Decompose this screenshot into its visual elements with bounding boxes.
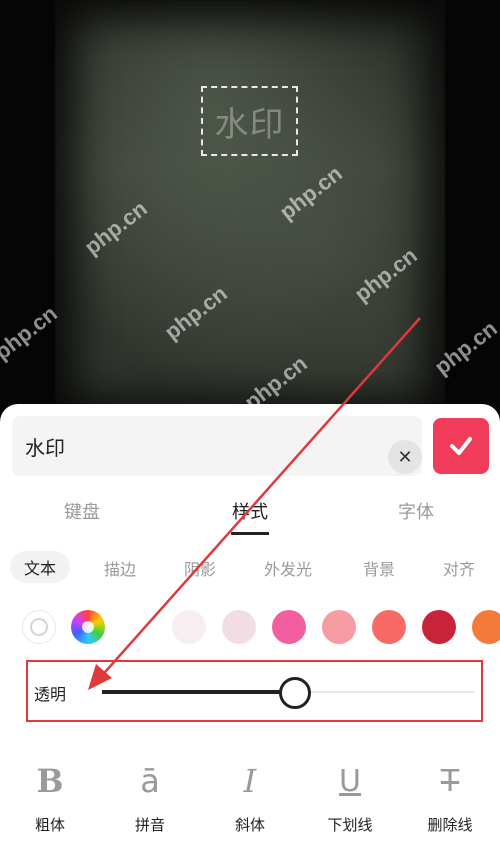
tab-font[interactable]: 字体 — [398, 498, 434, 524]
tab-keyboard[interactable]: 键盘 — [64, 498, 100, 524]
subtab-shadow[interactable]: 阴影 — [184, 556, 216, 580]
subtab-stroke[interactable]: 描边 — [104, 556, 136, 580]
text-style-panel: 水印 ✕ 键盘 样式 字体 文本 描边 阴影 外发光 背景 对齐 透明 B 粗体… — [0, 404, 500, 868]
no-color-swatch[interactable] — [22, 610, 56, 644]
color-swatch[interactable] — [322, 610, 356, 644]
bold-icon: B — [36, 762, 64, 800]
opacity-slider-handle[interactable] — [279, 677, 312, 709]
pinyin-button[interactable]: ā 拼音 — [120, 762, 180, 835]
italic-label: 斜体 — [234, 816, 265, 834]
check-icon — [450, 437, 472, 455]
video-frame — [55, 0, 445, 420]
watermark-text-box[interactable]: 水印 — [201, 86, 298, 156]
underline-icon: U — [339, 763, 361, 799]
style-tabs: 键盘 样式 字体 — [0, 492, 500, 536]
color-swatch[interactable] — [172, 610, 206, 644]
color-swatch[interactable] — [422, 610, 456, 644]
strikethrough-label: 删除线 — [427, 816, 473, 834]
color-swatch[interactable] — [372, 610, 406, 644]
italic-icon: I — [243, 762, 257, 800]
pinyin-icon: ā — [140, 762, 160, 800]
underline-button[interactable]: U 下划线 — [320, 762, 380, 835]
subtab-background[interactable]: 背景 — [363, 556, 395, 580]
close-icon: ✕ — [397, 446, 413, 468]
strikethrough-button[interactable]: T 删除线 — [420, 762, 480, 835]
no-color-icon — [30, 618, 48, 636]
text-input-value[interactable]: 水印 — [25, 432, 65, 461]
pinyin-label: 拼音 — [134, 816, 165, 834]
site-watermark: php.cn — [0, 300, 62, 365]
opacity-slider-fill — [102, 690, 296, 694]
italic-button[interactable]: I 斜体 — [220, 762, 280, 835]
text-input-field[interactable]: 水印 ✕ — [12, 416, 422, 476]
opacity-control: 透明 — [26, 660, 483, 722]
watermark-text: 水印 — [214, 104, 285, 145]
color-wheel-center — [82, 621, 94, 633]
color-swatch[interactable] — [222, 610, 256, 644]
text-format-toolbar: B 粗体 ā 拼音 I 斜体 U 下划线 T 删除线 — [0, 762, 500, 842]
underline-label: 下划线 — [327, 816, 373, 834]
clear-button[interactable]: ✕ — [388, 440, 422, 474]
opacity-label: 透明 — [34, 685, 67, 704]
subtab-align[interactable]: 对齐 — [443, 556, 475, 580]
color-swatches — [0, 610, 500, 650]
style-subtabs: 文本 描边 阴影 外发光 背景 对齐 — [0, 550, 500, 586]
bold-button[interactable]: B 粗体 — [20, 762, 80, 835]
color-swatch[interactable] — [272, 610, 306, 644]
color-swatch[interactable] — [472, 610, 500, 644]
subtab-glow[interactable]: 外发光 — [264, 556, 312, 580]
video-preview: 水印 php.cn php.cn php.cn php.cn php.cn ph… — [0, 0, 500, 420]
subtab-text[interactable]: 文本 — [10, 551, 71, 583]
tab-style[interactable]: 样式 — [232, 498, 268, 524]
strikethrough-icon: T — [440, 763, 460, 799]
active-tab-indicator — [231, 532, 269, 535]
color-wheel-swatch[interactable] — [71, 610, 105, 644]
bold-label: 粗体 — [34, 816, 65, 834]
confirm-button[interactable] — [433, 418, 489, 474]
